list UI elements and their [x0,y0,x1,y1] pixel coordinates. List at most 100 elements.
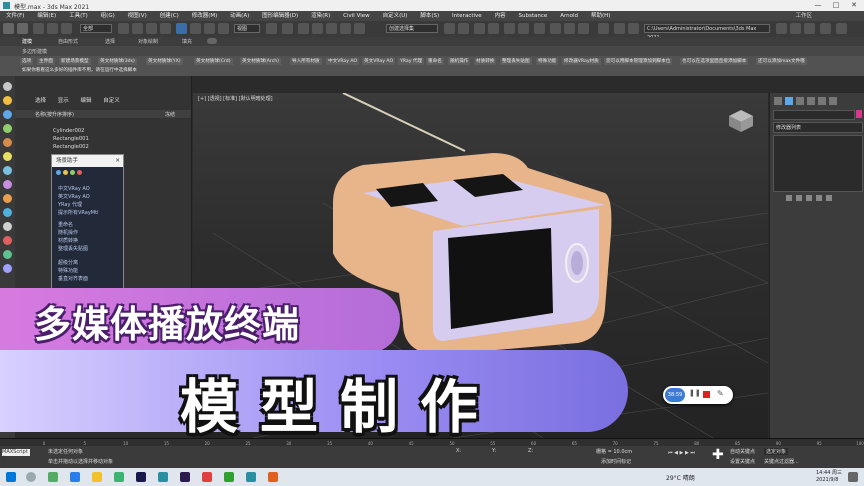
ribbon-btn-rename[interactable]: 重命名 [426,58,444,65]
helper-item[interactable]: 中文VRay AO [58,185,90,192]
scene-row-rectangle001[interactable]: Rectangle001 [53,136,89,142]
modifier-stack[interactable] [773,135,863,192]
menu-modifiers[interactable]: 修改器(M) [192,11,218,21]
angle-snap-icon[interactable] [312,23,323,34]
search-icon[interactable] [26,472,36,482]
ribbon-btn-mat-crd[interactable]: 英文材质球(Crd) [194,58,233,65]
strip-icon-4[interactable] [3,124,12,133]
object-color-swatch[interactable] [856,110,862,118]
undo-icon[interactable] [3,23,14,34]
after-effects-icon[interactable] [180,472,190,482]
utilities-tab-icon[interactable] [829,97,837,105]
mirror-icon[interactable] [444,23,455,34]
menu-graph-editors[interactable]: 图形编辑器(D) [262,11,298,21]
ribbon-btn-vray-mtl[interactable]: 修改器VRay材质 [562,58,601,65]
select-by-name-icon[interactable] [132,23,143,34]
tab-modeling[interactable]: 建模 [22,38,32,45]
clock-date[interactable]: 2021/9/8 [816,477,838,483]
bind-space-warp-icon[interactable] [61,23,72,34]
helper-item[interactable]: 提示所有VRayMtl [58,209,98,216]
ribbon-btn-mat-arch[interactable]: 英文材质球(Arch) [240,58,281,65]
show-end-result-icon[interactable] [796,195,802,201]
ribbon-btn-mat-3ds[interactable]: 英文材质球(3ds) [98,58,137,65]
curve-editor-icon[interactable] [504,23,515,34]
helper-item[interactable]: 重命名 [58,221,73,228]
make-unique-icon[interactable] [806,195,812,201]
pen-icon[interactable]: ✎ [717,389,724,398]
move-icon[interactable] [176,23,187,34]
strip-icon-8[interactable] [3,180,12,189]
scene-row-cylinder002[interactable]: Cylinder002 [53,128,84,134]
ribbon-btn-missing-maps[interactable]: 整理丢失贴图 [500,58,532,65]
menu-rendering[interactable]: 渲染(R) [311,11,330,21]
ribbon-btn-mat-convert[interactable]: 材质转换 [474,58,497,65]
strip-icon-7[interactable] [3,166,12,175]
ribbon-btn-import-materials[interactable]: 导入所有材质 [290,58,322,65]
strip-icon-13[interactable] [3,250,12,259]
helper-item[interactable]: 垂直对齐表面 [58,275,88,282]
maxscript-listener[interactable]: MAXScript 侦 [2,449,30,462]
spinner-snap-icon[interactable] [340,23,351,34]
menu-edit[interactable]: 编辑(E) [37,11,56,21]
app-icon-1[interactable] [114,472,124,482]
unlink-icon[interactable] [47,23,58,34]
strip-icon-2[interactable] [3,96,12,105]
helper-item[interactable]: 材质转换 [58,237,78,244]
named-sets-icon[interactable] [354,23,365,34]
help-icon[interactable] [836,23,847,34]
user-icon[interactable] [790,23,801,34]
strip-icon-9[interactable] [3,194,12,203]
ribbon-btn-special[interactable]: 特殊功能 [536,58,559,65]
notification-icon[interactable] [848,472,858,482]
scene-row-rectangle002[interactable]: Rectangle002 [53,144,89,150]
modifier-list-dropdown[interactable]: 修改器列表 [773,122,863,133]
select-object-icon[interactable] [118,23,129,34]
snap-icon[interactable] [298,23,309,34]
modify-tab-icon[interactable] [785,97,793,105]
strip-icon-12[interactable] [3,236,12,245]
remove-modifier-icon[interactable] [816,195,822,201]
menu-substance[interactable]: Substance [519,11,548,21]
render-setup-icon[interactable] [550,23,561,34]
max-icon[interactable] [158,472,168,482]
pivot-icon[interactable] [266,23,277,34]
helper-color-icon[interactable] [56,170,61,175]
app-icon-3[interactable] [224,472,234,482]
add-key-icon[interactable]: ✚ [712,447,724,463]
menu-view[interactable]: 视图(V) [128,11,147,21]
weather-widget[interactable]: 29°C 晴朗 [666,473,695,482]
toggle-ribbon-icon[interactable] [488,23,499,34]
scene-tab-customize[interactable]: 自定义 [103,98,120,104]
configure-sets-icon[interactable] [826,195,832,201]
arnold-render-icon[interactable] [614,23,625,34]
pause-icon[interactable]: ❚❚ [689,389,701,397]
edge-icon[interactable] [70,472,80,482]
strip-icon-1[interactable] [3,82,12,91]
selection-filter-dropdown[interactable]: 全部 [80,24,112,33]
stop-icon[interactable] [703,391,710,398]
strip-icon-14[interactable] [3,264,12,273]
start-icon[interactable] [6,472,16,482]
helper-color-icon[interactable] [63,170,68,175]
pin-stack-icon[interactable] [786,195,792,201]
helper-item[interactable]: 特殊功能 [58,267,78,274]
helper-color-icon[interactable] [77,170,82,175]
tab-object-paint[interactable]: 对象绘制 [138,38,158,45]
minimize-button[interactable]: — [812,1,824,10]
menu-animation[interactable]: 动画(A) [230,11,249,21]
viewcube-icon[interactable] [729,110,753,132]
strip-icon-11[interactable] [3,222,12,231]
link-icon[interactable] [33,23,44,34]
helper-item[interactable]: 超级分离 [58,259,78,266]
motion-tab-icon[interactable] [807,97,815,105]
strip-icon-5[interactable] [3,138,12,147]
rotate-icon[interactable] [190,23,201,34]
menu-content[interactable]: 内容 [495,11,506,21]
project-path-field[interactable]: C:\Users\Administrator\Documents\3ds Max… [644,24,770,41]
strip-icon-10[interactable] [3,208,12,217]
menu-arnold[interactable]: Arnold [560,11,578,21]
scene-header-frozen[interactable]: 冻结 [165,111,175,118]
tab-selection[interactable]: 选择 [105,38,115,45]
add-time-tag[interactable]: 添加时间标记 [601,458,631,465]
helper-close-icon[interactable]: ✕ [115,155,120,167]
